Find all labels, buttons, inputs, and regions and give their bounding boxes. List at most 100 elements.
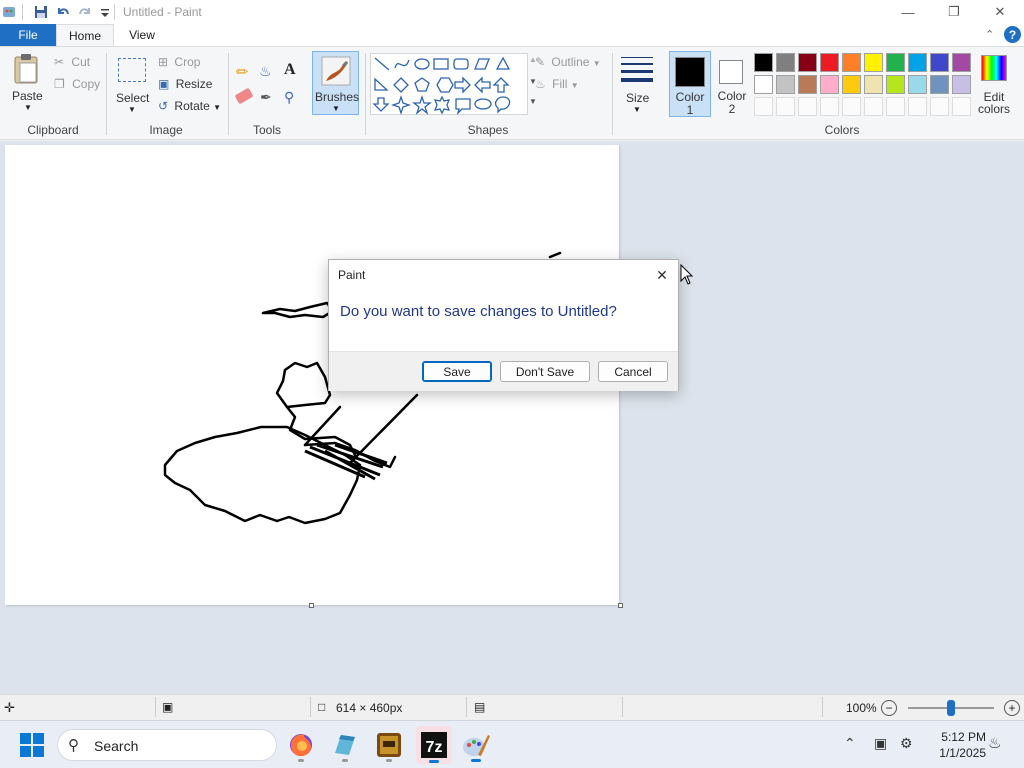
custom-color-slot[interactable]	[842, 97, 861, 116]
palette-swatch[interactable]	[842, 75, 861, 94]
cut-button[interactable]: ✂ Cut	[54, 55, 90, 69]
taskbar-app-brown[interactable]	[373, 729, 405, 762]
start-icon[interactable]	[20, 733, 44, 757]
color2-button[interactable]: Color 2	[713, 51, 751, 117]
five-point-star-shape-icon[interactable]	[412, 94, 432, 115]
palette-swatch[interactable]	[776, 53, 795, 72]
size-button[interactable]: Size ▼	[618, 51, 656, 115]
palette-swatch[interactable]	[754, 75, 773, 94]
cancel-button[interactable]: Cancel	[598, 361, 668, 382]
notification-bell-icon[interactable]: ♨	[988, 734, 1001, 752]
palette-swatch[interactable]	[864, 75, 883, 94]
left-arrow-shape-icon[interactable]	[474, 76, 491, 94]
text-tool-icon[interactable]: A	[284, 61, 296, 79]
select-button[interactable]: Select ▼	[114, 55, 150, 115]
edit-colors-button[interactable]: Edit colors	[976, 51, 1012, 117]
palette-swatch[interactable]	[820, 53, 839, 72]
minimize-button[interactable]: —	[885, 0, 931, 24]
curve-shape-icon[interactable]	[394, 59, 410, 69]
tab-view[interactable]: View	[116, 24, 168, 46]
custom-color-slot[interactable]	[886, 97, 905, 116]
palette-swatch[interactable]	[930, 75, 949, 94]
help-icon[interactable]: ?	[1004, 26, 1021, 43]
shapes-gallery[interactable]	[370, 53, 528, 116]
dialog-close-button[interactable]: ✕	[651, 264, 673, 286]
paste-button[interactable]: Paste ▼	[6, 51, 46, 115]
palette-swatch[interactable]	[908, 53, 927, 72]
palette-swatch[interactable]	[820, 75, 839, 94]
customize-qat-icon[interactable]	[97, 4, 113, 20]
palette-swatch[interactable]	[754, 53, 773, 72]
custom-color-slot[interactable]	[930, 97, 949, 116]
clock[interactable]: 5:12 PM 1/1/2025	[930, 729, 986, 761]
taskbar-search-box[interactable]: ⚲ Search	[57, 729, 277, 761]
rounded-rectangle-shape-icon[interactable]	[453, 58, 469, 70]
close-button[interactable]: ✕	[977, 0, 1023, 24]
redo-icon[interactable]	[77, 4, 93, 20]
resize-handle-bottom[interactable]	[309, 603, 314, 608]
right-triangle-shape-icon[interactable]	[374, 77, 389, 91]
rectangle-shape-icon[interactable]	[433, 58, 449, 70]
taskbar-firefox[interactable]	[285, 729, 317, 762]
fill-button[interactable]: ♨ Fill ▼	[535, 77, 579, 91]
taskbar-paint[interactable]	[460, 729, 492, 762]
save-button[interactable]: Save	[422, 361, 492, 382]
custom-color-slot[interactable]	[820, 97, 839, 116]
custom-color-slot[interactable]	[754, 97, 773, 116]
four-point-star-shape-icon[interactable]	[390, 94, 412, 116]
taskbar-app-blue[interactable]	[329, 729, 361, 762]
eraser-icon[interactable]	[234, 87, 254, 105]
taskbar-7zip[interactable]: 7z	[416, 726, 452, 764]
six-point-star-shape-icon[interactable]	[433, 95, 451, 115]
zoom-in-button[interactable]: +	[1004, 700, 1020, 716]
down-arrow-shape-icon[interactable]	[372, 97, 390, 112]
zoom-slider-thumb[interactable]	[947, 700, 955, 716]
custom-color-slot[interactable]	[864, 97, 883, 116]
outline-button[interactable]: ✎ Outline ▼	[535, 55, 601, 69]
resize-button[interactable]: ▣ Resize	[158, 77, 212, 91]
color1-button[interactable]: Color 1	[669, 51, 711, 117]
gallery-expand-icon[interactable]: ▼	[529, 97, 537, 106]
oval-shape-icon[interactable]	[414, 58, 430, 70]
palette-swatch[interactable]	[864, 53, 883, 72]
custom-color-slot[interactable]	[798, 97, 817, 116]
hexagon-shape-icon[interactable]	[436, 77, 454, 93]
rotate-button[interactable]: ↺ Rotate ▼	[158, 99, 221, 113]
palette-swatch[interactable]	[776, 75, 795, 94]
minimize-ribbon-icon[interactable]: ⌃	[985, 28, 994, 41]
tab-file[interactable]: File	[0, 24, 56, 46]
network-icon[interactable]: ▣	[874, 735, 887, 752]
undo-icon[interactable]	[55, 4, 71, 20]
magnifier-icon[interactable]: ⚲	[284, 89, 294, 106]
line-shape-icon[interactable]	[374, 57, 390, 71]
tab-home[interactable]: Home	[56, 24, 114, 47]
diamond-shape-icon[interactable]	[393, 77, 409, 93]
color-picker-icon[interactable]: ✒	[260, 89, 272, 106]
show-hidden-icons[interactable]: ⌃	[844, 735, 856, 752]
palette-swatch[interactable]	[886, 75, 905, 94]
polygon-shape-icon[interactable]	[474, 58, 490, 70]
maximize-button[interactable]: ❐	[931, 0, 977, 24]
pentagon-shape-icon[interactable]	[414, 77, 430, 92]
palette-swatch[interactable]	[908, 75, 927, 94]
palette-swatch[interactable]	[886, 53, 905, 72]
palette-swatch[interactable]	[930, 53, 949, 72]
fill-bucket-icon[interactable]: ♨	[259, 63, 275, 79]
palette-swatch[interactable]	[952, 75, 971, 94]
zoom-out-button[interactable]: −	[881, 700, 897, 716]
resize-handle-corner[interactable]	[618, 603, 623, 608]
rectangular-callout-shape-icon[interactable]	[455, 98, 471, 116]
dont-save-button[interactable]: Don't Save	[500, 361, 590, 382]
palette-swatch[interactable]	[798, 53, 817, 72]
custom-color-slot[interactable]	[908, 97, 927, 116]
triangle-shape-icon[interactable]	[495, 56, 511, 70]
palette-swatch[interactable]	[952, 53, 971, 72]
crop-button[interactable]: ⊞ Crop	[158, 55, 200, 69]
save-icon[interactable]	[33, 4, 49, 20]
cloud-callout-shape-icon[interactable]	[494, 96, 511, 114]
pencil-icon[interactable]: ✏	[236, 63, 252, 81]
oval-callout-shape-icon[interactable]	[474, 98, 492, 110]
volume-icon[interactable]: ⚙	[900, 735, 913, 752]
custom-color-slot[interactable]	[952, 97, 971, 116]
brushes-button[interactable]: Brushes ▼	[312, 51, 359, 115]
